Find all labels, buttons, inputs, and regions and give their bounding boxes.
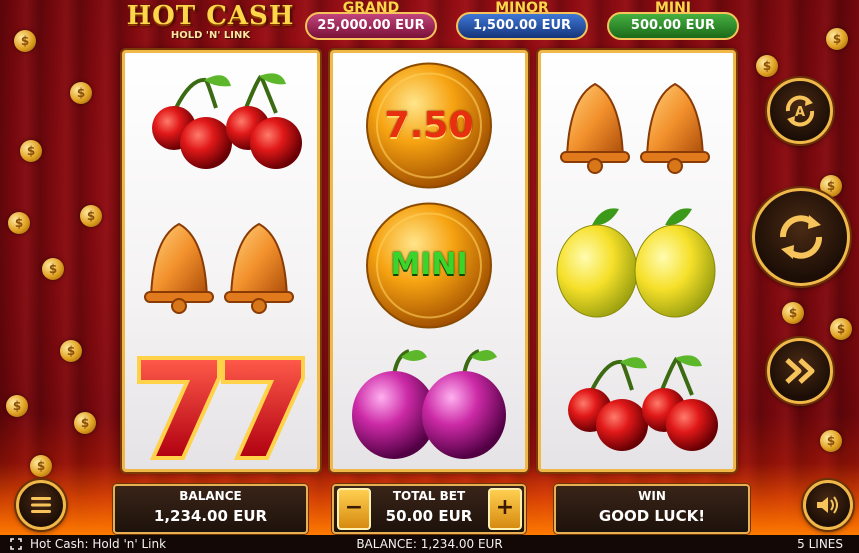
reel-2: 7.50 MINI [330, 50, 528, 472]
decor-coin [8, 212, 30, 234]
menu-button[interactable] [16, 480, 66, 530]
decor-coin [20, 140, 42, 162]
game-logo: HOT CASH HOLD 'N' LINK [118, 2, 303, 41]
decor-coin [30, 455, 52, 477]
win-value: GOOD LUCK! [598, 507, 706, 525]
decor-coin [80, 205, 102, 227]
cash-coin-symbol: 7.50 [333, 53, 525, 193]
bells-icon [560, 82, 710, 174]
decor-coin [74, 412, 96, 434]
decor-coin [6, 395, 28, 417]
jackpot-value: 500.00 EUR [607, 12, 739, 40]
logo-subtitle: HOLD 'N' LINK [170, 30, 251, 41]
autoplay-icon: A [785, 95, 815, 127]
svg-text:A: A [795, 105, 805, 120]
decor-coin [60, 340, 82, 362]
decor-coin [820, 430, 842, 452]
sound-button[interactable] [803, 480, 853, 530]
bells-symbol [541, 53, 733, 193]
plums-icon [352, 349, 506, 459]
footer-balance: BALANCE: 1,234.00 EUR [356, 537, 503, 551]
reel-3 [538, 50, 736, 472]
lemons-symbol [541, 193, 733, 333]
win-panel: WIN GOOD LUCK! [554, 484, 750, 534]
mini-coin-symbol: MINI [333, 193, 525, 333]
jackpot-grand: GRAND 25,000.00 EUR [305, 0, 437, 44]
decor-coin [14, 30, 36, 52]
bells-icon [144, 222, 294, 314]
jackpot-mini: MINI 500.00 EUR [607, 0, 739, 44]
coin-value-label: 7.50 [384, 105, 474, 146]
cherries-symbol [541, 335, 733, 475]
decor-coin [782, 302, 804, 324]
cherries-icon [568, 355, 718, 451]
sevens-icon [137, 356, 305, 460]
bet-increase-button[interactable]: + [488, 488, 522, 530]
balance-panel: BALANCE 1,234.00 EUR [113, 484, 308, 534]
spin-button[interactable] [752, 188, 850, 286]
decor-coin [42, 258, 64, 280]
turbo-icon [785, 358, 815, 384]
sound-icon [817, 496, 838, 514]
decor-coin [70, 82, 92, 104]
reel-1 [122, 50, 320, 472]
jackpot-minor: MINOR 1,500.00 EUR [456, 0, 588, 44]
jackpot-value: 1,500.00 EUR [456, 12, 588, 40]
cherries-symbol [125, 53, 317, 193]
balance-label: BALANCE [179, 489, 242, 503]
jackpot-value: 25,000.00 EUR [305, 12, 437, 40]
coin-mini-label: MINI [390, 247, 468, 282]
decor-coin [826, 28, 848, 50]
logo-title: HOT CASH [126, 1, 295, 31]
balance-value: 1,234.00 EUR [153, 507, 268, 525]
turbo-button[interactable] [767, 338, 833, 404]
win-label: WIN [638, 489, 666, 503]
decor-coin [756, 55, 778, 77]
status-bar: Hot Cash: Hold 'n' Link BALANCE: 1,234.0… [0, 535, 859, 553]
bet-decrease-button[interactable]: − [337, 488, 371, 530]
bells-symbol [125, 193, 317, 333]
plums-symbol [333, 335, 525, 475]
sevens-symbol [125, 335, 317, 475]
decor-coin [830, 318, 852, 340]
menu-icon [31, 497, 51, 513]
lemons-icon [556, 208, 716, 318]
autoplay-button[interactable]: A [767, 78, 833, 144]
spin-icon [780, 215, 822, 259]
cherries-icon [152, 73, 302, 169]
lines-count: 5 LINES [797, 537, 843, 551]
